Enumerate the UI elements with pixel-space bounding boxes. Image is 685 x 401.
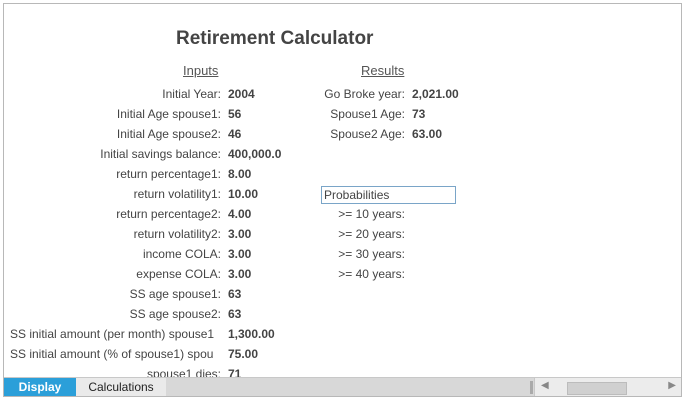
tab-calculations[interactable]: Calculations <box>76 378 166 396</box>
input-value[interactable]: 75.00 <box>228 347 258 361</box>
input-label: return volatility1: <box>133 187 221 201</box>
page-title: Retirement Calculator <box>176 28 374 49</box>
scroll-right-icon[interactable]: ▶ <box>668 380 676 391</box>
input-label: return volatility2: <box>133 227 221 241</box>
horizontal-scrollbar[interactable]: ◀ ▶ <box>534 378 681 396</box>
result-value: 63.00 <box>412 127 443 141</box>
input-label: income COLA: <box>142 247 221 261</box>
input-label: Initial Age spouse2: <box>116 127 221 141</box>
result-value: 2,021.00 <box>412 87 459 101</box>
input-value[interactable]: 3.00 <box>228 267 251 281</box>
scroll-left-icon[interactable]: ◀ <box>541 380 549 391</box>
input-label: SS initial amount (per month) spouse1 <box>10 327 215 341</box>
tab-display[interactable]: Display <box>4 378 76 396</box>
input-value[interactable]: 8.00 <box>228 167 251 181</box>
input-value[interactable]: 63 <box>228 287 241 301</box>
input-label: return percentage2: <box>116 207 221 221</box>
probability-label: >= 40 years: <box>338 267 405 281</box>
spreadsheet-sheet: Retirement Calculator Inputs Results Ini… <box>3 3 682 397</box>
input-label: SS age spouse2: <box>129 307 221 321</box>
input-value[interactable]: 63 <box>228 307 241 321</box>
sheet-tab-bar: Display Calculations ◀ ▶ <box>4 377 681 396</box>
results-header: Results <box>361 63 405 78</box>
input-label: return percentage1: <box>116 167 221 181</box>
input-value[interactable]: 4.00 <box>228 207 251 221</box>
input-value[interactable]: 56 <box>228 107 241 121</box>
input-label: SS initial amount (% of spouse1) spou <box>10 347 214 361</box>
input-value[interactable]: 2004 <box>228 87 255 101</box>
inputs-header: Inputs <box>183 63 219 78</box>
probability-label: >= 20 years: <box>338 227 405 241</box>
input-label: Initial savings balance: <box>100 147 221 161</box>
input-label: expense COLA: <box>136 267 221 281</box>
result-label: Go Broke year: <box>324 87 405 101</box>
input-value[interactable]: 10.00 <box>228 187 258 201</box>
result-label: Spouse1 Age: <box>330 107 405 121</box>
result-label: Spouse2 Age: <box>330 127 405 141</box>
result-value: 73 <box>412 107 426 121</box>
input-value[interactable]: 3.00 <box>228 227 251 241</box>
input-value[interactable]: 3.00 <box>228 247 251 261</box>
input-label: SS age spouse1: <box>129 287 221 301</box>
input-value[interactable]: 1,300.00 <box>228 327 275 341</box>
input-label: Initial Year: <box>162 87 221 101</box>
input-value[interactable]: 400,000.0 <box>228 147 281 161</box>
probabilities-cell[interactable]: Probabilities <box>321 186 456 204</box>
probability-label: >= 10 years: <box>338 207 405 221</box>
probability-label: >= 30 years: <box>338 247 405 261</box>
scrollbar-thumb[interactable] <box>567 382 627 395</box>
input-value[interactable]: 46 <box>228 127 241 141</box>
input-label: Initial Age spouse1: <box>116 107 221 121</box>
tab-splitter-handle[interactable] <box>530 381 533 394</box>
